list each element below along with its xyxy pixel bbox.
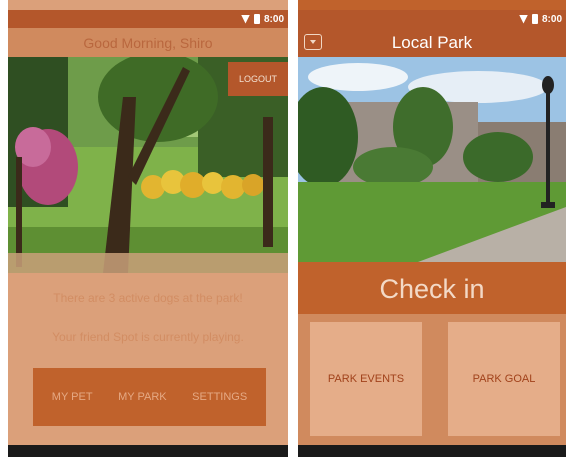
- back-icon[interactable]: [304, 34, 322, 50]
- active-dogs-text: There are 3 active dogs at the park!: [53, 291, 243, 305]
- main-menu: MY PET MY PARK SETTINGS: [33, 368, 266, 426]
- nav-bar: [298, 445, 566, 457]
- greeting-bar: Good Morning, Shiro: [8, 28, 288, 57]
- screen-divider: [288, 0, 298, 457]
- wifi-icon: [240, 14, 250, 24]
- menu-my-pet[interactable]: MY PET: [52, 391, 93, 403]
- status-bar: 8:00: [298, 10, 566, 28]
- menu-my-park[interactable]: MY PARK: [118, 391, 167, 403]
- logout-button[interactable]: LOGOUT: [228, 62, 288, 96]
- menu-settings[interactable]: SETTINGS: [192, 391, 247, 403]
- battery-icon: [531, 14, 538, 24]
- screen-park: 8:00 Local Park Check in PARK EVENTS PAR…: [298, 0, 566, 457]
- greeting-text: Good Morning, Shiro: [83, 34, 213, 51]
- wifi-icon: [518, 14, 528, 24]
- battery-icon: [253, 14, 260, 24]
- local-park-photo: [298, 57, 566, 262]
- park-goal-tile[interactable]: PARK GOAL: [448, 322, 560, 436]
- screen-home: 8:00 Good Morning, Shiro LOGOUT There ar…: [8, 0, 288, 457]
- park-app-bar: Local Park: [298, 28, 566, 57]
- friend-status-text: Your friend Spot is currently playing.: [52, 330, 244, 344]
- status-time: 8:00: [541, 13, 562, 25]
- park-tiles: PARK EVENTS PARK GOAL: [298, 314, 566, 448]
- park-events-tile[interactable]: PARK EVENTS: [310, 322, 422, 436]
- check-in-button[interactable]: Check in: [298, 264, 566, 314]
- park-title: Local Park: [391, 32, 473, 52]
- status-bar: 8:00: [8, 10, 288, 28]
- status-time: 8:00: [263, 13, 284, 25]
- nav-bar: [8, 445, 288, 457]
